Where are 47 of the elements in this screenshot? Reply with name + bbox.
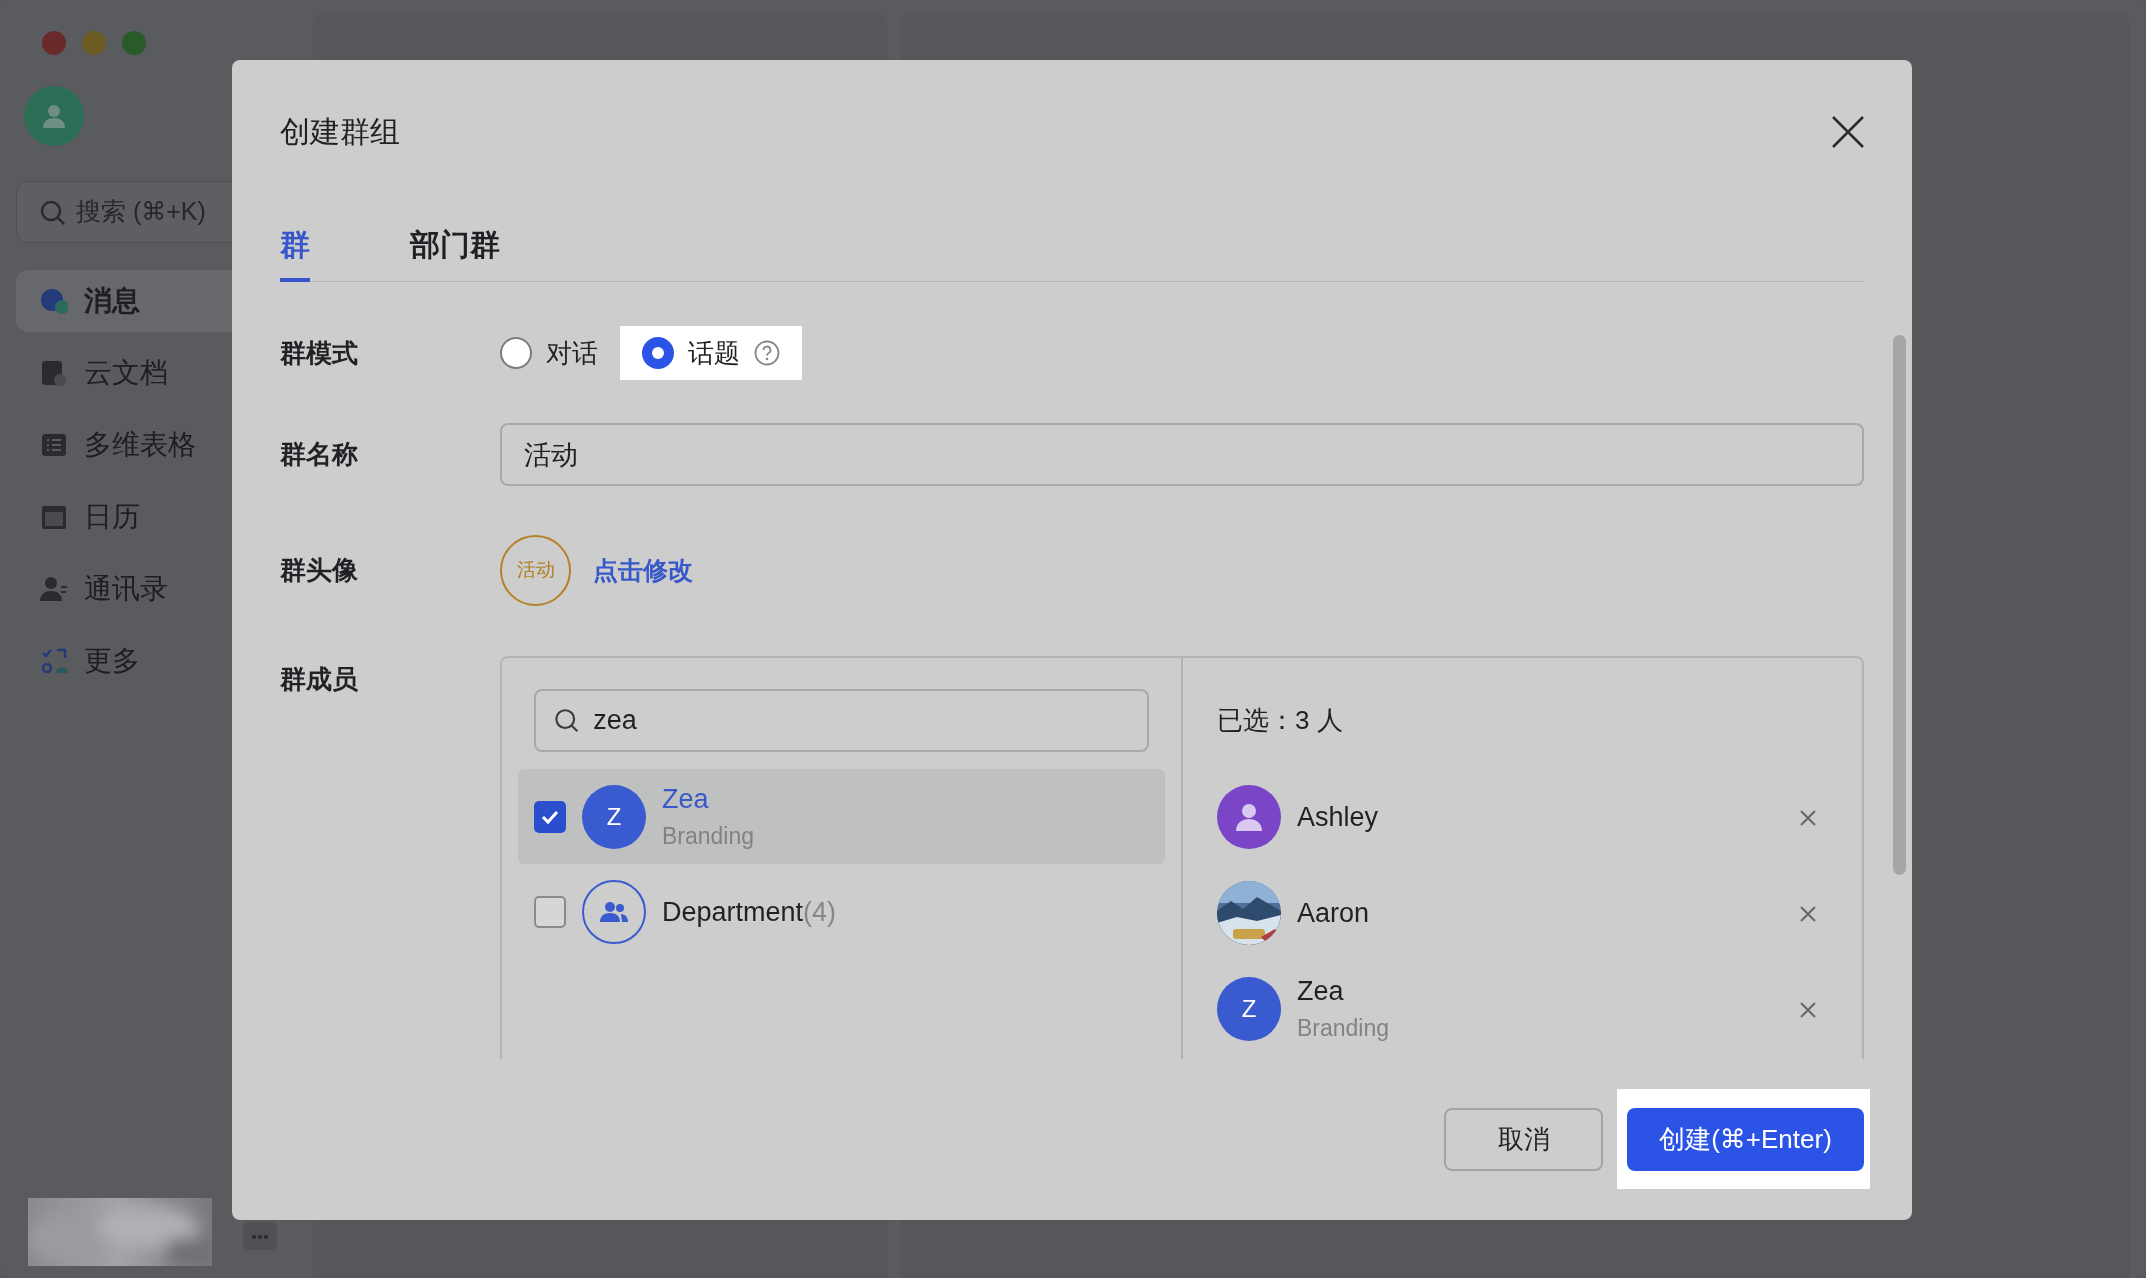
radio-label[interactable]: 话题 [688, 333, 740, 373]
search-input[interactable]: zea [591, 699, 1129, 742]
member-department: Branding [662, 821, 755, 851]
contacts-icon [40, 575, 68, 603]
radio-button[interactable] [500, 337, 532, 369]
more-icon [251, 1233, 269, 1240]
input-field[interactable]: 活动 [500, 423, 1864, 486]
search-icon [554, 707, 580, 734]
member-name: Ashley [1297, 801, 1379, 834]
selected-count: 已选：3 人 [1217, 704, 1344, 737]
checkbox[interactable] [534, 895, 566, 928]
person-icon [1234, 802, 1264, 832]
field-label: 群成员 [280, 663, 359, 696]
document-icon [40, 359, 68, 387]
check-icon [540, 808, 560, 825]
radio-button[interactable] [642, 337, 674, 369]
tab[interactable]: 群 [280, 224, 310, 282]
chat-icon [40, 287, 68, 315]
member-row[interactable]: Z Zea Branding [518, 769, 1165, 864]
search-box[interactable]: zea [534, 689, 1149, 752]
field-label: 群模式 [280, 336, 359, 370]
more-button[interactable] [243, 1222, 277, 1250]
user-avatar[interactable] [24, 86, 84, 146]
people-icon [600, 900, 628, 923]
field-label: 群名称 [280, 438, 359, 471]
create-button[interactable]: 创建(⌘+Enter) [1627, 1107, 1864, 1171]
member-name: Department(4) [662, 895, 837, 929]
tab[interactable]: 部门群 [410, 224, 500, 282]
dialog-title: 创建群组 [280, 114, 400, 150]
cancel-button[interactable]: 取消 [1444, 1107, 1603, 1171]
member-name: Zea [662, 782, 710, 816]
member-row[interactable]: Department(4) [518, 864, 1165, 959]
member-name: Zea [1297, 975, 1345, 1008]
avatar: Z [1217, 977, 1281, 1041]
field-label: 群头像 [280, 554, 359, 587]
calendar-icon [40, 503, 68, 531]
search-input[interactable]: 搜索 (⌘+K) [74, 192, 224, 232]
edit-link[interactable]: 点击修改 [593, 551, 693, 590]
radio-label[interactable]: 对话 [546, 333, 598, 373]
checkbox[interactable] [534, 800, 566, 833]
apps-icon [40, 647, 68, 675]
member-name: Aaron [1297, 897, 1370, 930]
scrollbar[interactable] [1893, 335, 1906, 875]
member-department: Branding [1297, 1014, 1390, 1043]
avatar: Z [582, 784, 646, 849]
table-icon [40, 431, 68, 459]
search-icon [39, 198, 66, 226]
